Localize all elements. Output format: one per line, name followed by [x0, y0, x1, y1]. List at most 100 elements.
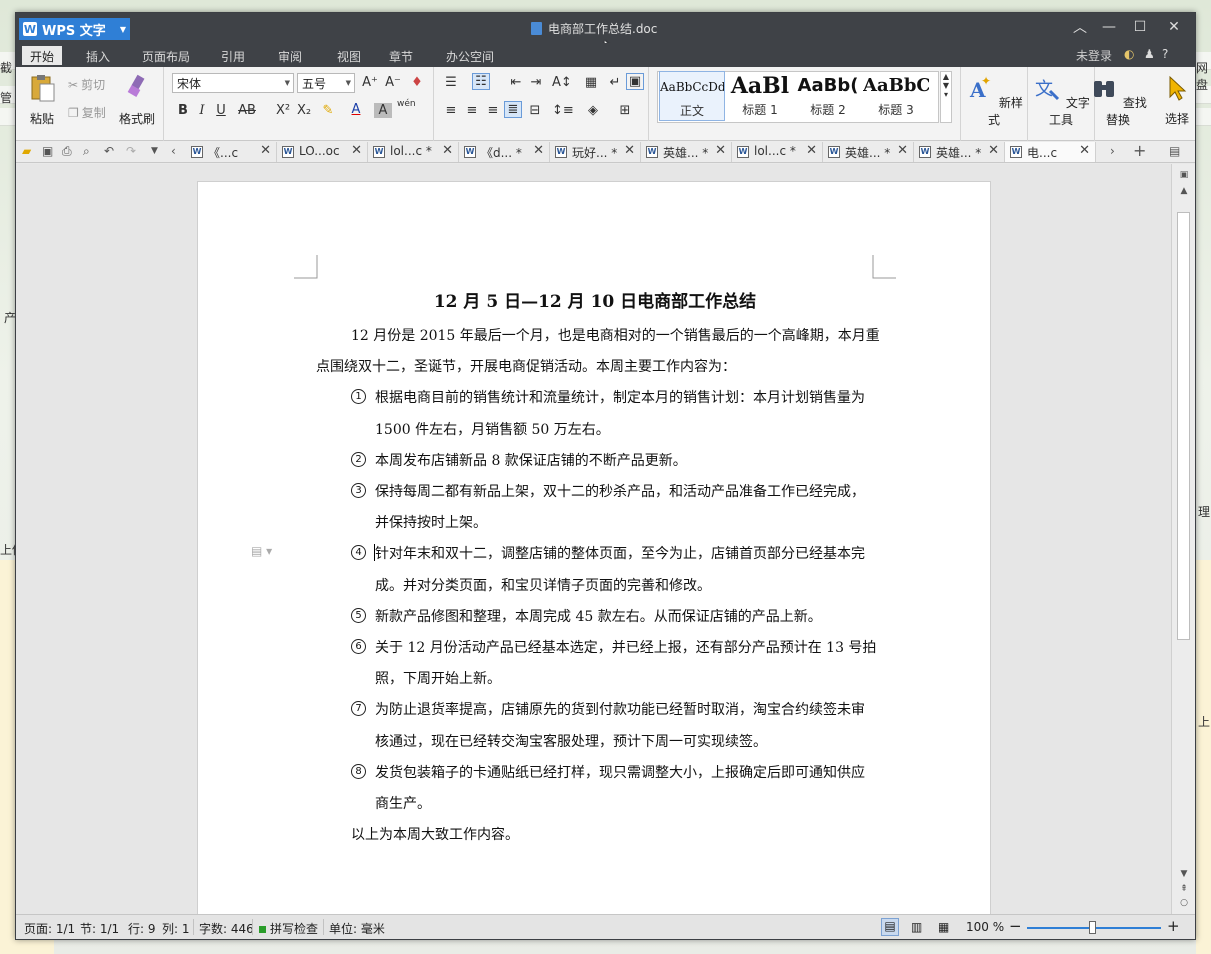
strikethrough-button[interactable]: AB: [236, 103, 258, 118]
close-tab-icon[interactable]: ✕: [351, 143, 362, 158]
new-style-button[interactable]: A ✦ 新样式: [965, 73, 1023, 128]
document-page[interactable]: 12 月 5 日—12 月 10 日电商部工作总结 12 月份是 2015 年最…: [197, 181, 991, 914]
tab-office-space[interactable]: 办公空间: [438, 46, 502, 65]
doc-tab[interactable]: W 玩好... * ✕: [550, 142, 641, 162]
doc-tab[interactable]: W 英雄... * ✕: [641, 142, 732, 162]
close-tab-icon[interactable]: ✕: [260, 143, 271, 158]
text-direction-icon[interactable]: A↕: [552, 75, 572, 90]
char-shading-button[interactable]: A: [374, 103, 392, 118]
justify-icon[interactable]: ≣: [504, 101, 522, 118]
page-icon[interactable]: ▣: [1177, 170, 1191, 180]
zoom-slider-handle[interactable]: [1089, 921, 1096, 934]
highlight-icon[interactable]: ✎: [319, 103, 337, 118]
new-tab-icon[interactable]: +: [1133, 141, 1146, 160]
doc-tab[interactable]: W 《d... * ✕: [459, 142, 550, 162]
clear-format-icon[interactable]: ♦: [408, 75, 426, 90]
format-painter-button[interactable]: 格式刷: [116, 73, 158, 127]
spell-check-toggle[interactable]: 拼写检查: [259, 920, 318, 937]
paragraph-mark-icon[interactable]: ↵: [606, 75, 624, 90]
show-marks-icon[interactable]: ▣: [626, 73, 644, 90]
maximize-button[interactable]: ☐: [1127, 17, 1153, 37]
shrink-font-icon[interactable]: A⁻: [384, 75, 402, 90]
styles-scroll[interactable]: ▲ ▼ ▾: [940, 71, 952, 123]
copy-button[interactable]: ❐ 复制: [68, 104, 106, 121]
underline-button[interactable]: U: [212, 103, 230, 118]
doc-tab[interactable]: Wlol...c * ✕: [732, 142, 823, 162]
find-replace-button[interactable]: 查找替换: [1085, 73, 1151, 128]
scroll-thumb[interactable]: [1177, 212, 1190, 640]
prev-page-icon[interactable]: ⇞: [1177, 884, 1191, 894]
doc-tab[interactable]: W 英雄... * ✕: [823, 142, 914, 162]
doc-tab[interactable]: W 英雄... * ✕: [914, 142, 1005, 162]
bullet-list-icon[interactable]: ☰: [442, 75, 460, 90]
decrease-indent-icon[interactable]: ⇤: [507, 75, 525, 90]
close-tab-icon[interactable]: ✕: [1079, 143, 1090, 158]
collapse-ribbon-button[interactable]: ︿: [1067, 17, 1093, 37]
tab-view[interactable]: 视图: [329, 46, 369, 65]
align-right-icon[interactable]: ≡: [484, 103, 502, 118]
redo-icon[interactable]: ↷: [126, 144, 136, 158]
zoom-level[interactable]: 100 %: [966, 920, 1004, 934]
tab-options-icon[interactable]: ▤: [1169, 144, 1180, 158]
font-color-button[interactable]: A: [347, 102, 365, 117]
help-icon[interactable]: ?: [1162, 47, 1168, 61]
zoom-in-icon[interactable]: +: [1167, 917, 1180, 935]
tab-chapter[interactable]: 章节: [381, 46, 421, 65]
shirt-icon[interactable]: ♟: [1144, 47, 1155, 61]
tab-page-layout[interactable]: 页面布局: [134, 46, 198, 65]
browse-object-icon[interactable]: ○: [1177, 898, 1191, 908]
scroll-down-icon[interactable]: ▼: [1177, 869, 1191, 879]
vertical-scrollbar[interactable]: ▣ ▲ ▼ ⇞ ○: [1171, 164, 1195, 914]
close-tab-icon[interactable]: ✕: [715, 143, 726, 158]
open-folder-icon[interactable]: ▰: [22, 144, 31, 158]
doc-tab[interactable]: Wlol...c * ✕: [368, 142, 459, 162]
close-tab-icon[interactable]: ✕: [806, 143, 817, 158]
borders-icon[interactable]: ⊞: [616, 103, 634, 118]
align-left-icon[interactable]: ≡: [442, 103, 460, 118]
line-spacing-icon[interactable]: ↕≡: [552, 103, 574, 118]
tab-home[interactable]: 开始: [22, 46, 63, 65]
close-tab-icon[interactable]: ✕: [624, 143, 635, 158]
app-menu-button[interactable]: W WPS 文字 ▼: [19, 18, 130, 40]
font-size-select[interactable]: 五号 ▼: [297, 73, 355, 93]
doc-tab-active[interactable]: W 电...c ✕: [1005, 142, 1096, 162]
tab-scroll-right-icon[interactable]: ›: [1110, 144, 1115, 158]
style-heading-2[interactable]: AaBb( 标题 2: [795, 71, 861, 121]
style-normal[interactable]: AaBbCcDd 正文: [659, 71, 725, 121]
phonetic-guide-button[interactable]: wén: [397, 99, 416, 109]
tab-scroll-left-icon[interactable]: ‹: [171, 144, 176, 158]
page-view-icon[interactable]: ▤: [881, 918, 899, 936]
close-tab-icon[interactable]: ✕: [442, 143, 453, 158]
numbered-list-icon[interactable]: ☷: [472, 73, 490, 90]
zoom-out-icon[interactable]: −: [1009, 917, 1022, 935]
grow-font-icon[interactable]: A⁺: [361, 75, 379, 90]
select-button[interactable]: 选择: [1159, 73, 1195, 127]
cut-button[interactable]: ✂ 剪切: [68, 76, 105, 93]
paragraph-handle-icon[interactable]: ▤ ▾: [251, 544, 272, 558]
table-grid-icon[interactable]: ▦: [582, 75, 600, 90]
superscript-button[interactable]: X²: [274, 103, 292, 118]
web-view-icon[interactable]: ▦: [938, 920, 949, 934]
print-preview-icon[interactable]: ⌕: [83, 144, 90, 159]
italic-button[interactable]: I: [193, 103, 211, 118]
undo-icon[interactable]: ↶: [104, 144, 114, 158]
save-icon[interactable]: ▣: [42, 144, 53, 158]
tab-review[interactable]: 审阅: [270, 46, 310, 65]
paste-button[interactable]: 粘贴: [24, 73, 60, 127]
login-link[interactable]: 未登录: [1076, 47, 1112, 64]
chevron-down-icon[interactable]: ▼: [151, 146, 158, 156]
doc-tab[interactable]: W 《...c ✕: [186, 142, 277, 162]
close-tab-icon[interactable]: ✕: [897, 143, 908, 158]
shading-icon[interactable]: ◈: [584, 103, 602, 118]
tab-insert[interactable]: 插入: [78, 46, 118, 65]
skin-icon[interactable]: ◐: [1124, 47, 1134, 61]
doc-tab[interactable]: W LO...oc ✕: [277, 142, 368, 162]
bold-button[interactable]: B: [174, 103, 192, 118]
outline-view-icon[interactable]: ▥: [911, 920, 922, 934]
close-tab-icon[interactable]: ✕: [533, 143, 544, 158]
close-button[interactable]: ✕: [1161, 17, 1187, 37]
minimize-button[interactable]: —: [1096, 17, 1122, 37]
font-name-select[interactable]: 宋体 ▼: [172, 73, 294, 93]
subscript-button[interactable]: X₂: [295, 103, 313, 118]
close-tab-icon[interactable]: ✕: [988, 143, 999, 158]
